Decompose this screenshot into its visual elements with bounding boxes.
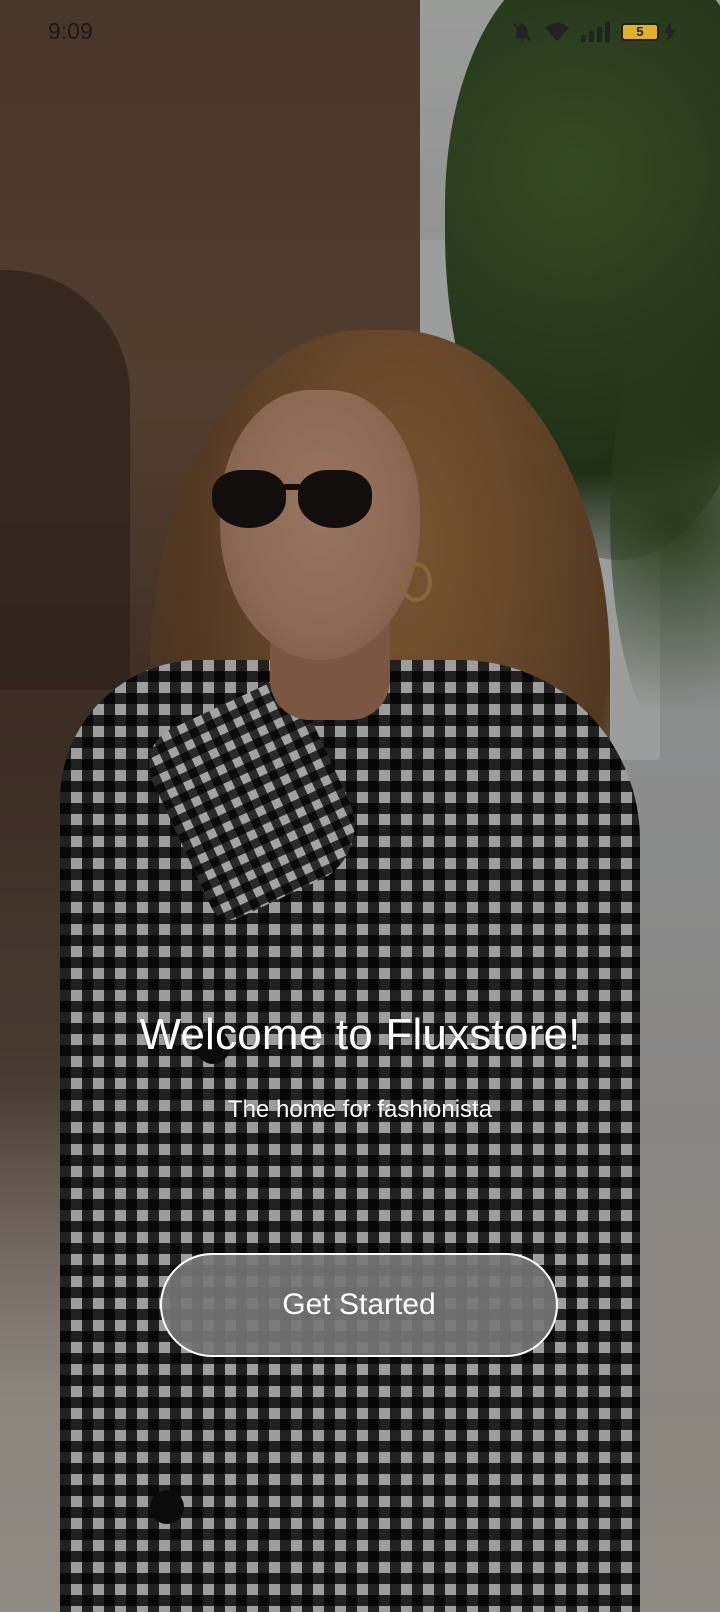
welcome-subtitle: The home for fashionista — [227, 1096, 493, 1123]
battery-icon: 5 — [621, 23, 659, 41]
bell-off-icon — [511, 21, 533, 43]
charging-bolt-icon — [664, 22, 676, 42]
welcome-title: Welcome to Fluxstore! — [139, 1010, 581, 1059]
wifi-icon — [543, 21, 571, 43]
status-bar: 9:09 5 — [0, 0, 720, 64]
welcome-screen: 9:09 5 Welcome to Fluxstore! The home fo… — [0, 0, 720, 1612]
status-time: 9:09 — [48, 18, 93, 44]
image-dim-overlay — [0, 0, 720, 1612]
get-started-label: Get Started — [282, 1288, 436, 1321]
battery-level: 5 — [636, 24, 644, 39]
get-started-button[interactable]: Get Started — [160, 1253, 558, 1357]
status-icons: 5 — [511, 18, 676, 46]
signal-icon — [581, 22, 611, 42]
